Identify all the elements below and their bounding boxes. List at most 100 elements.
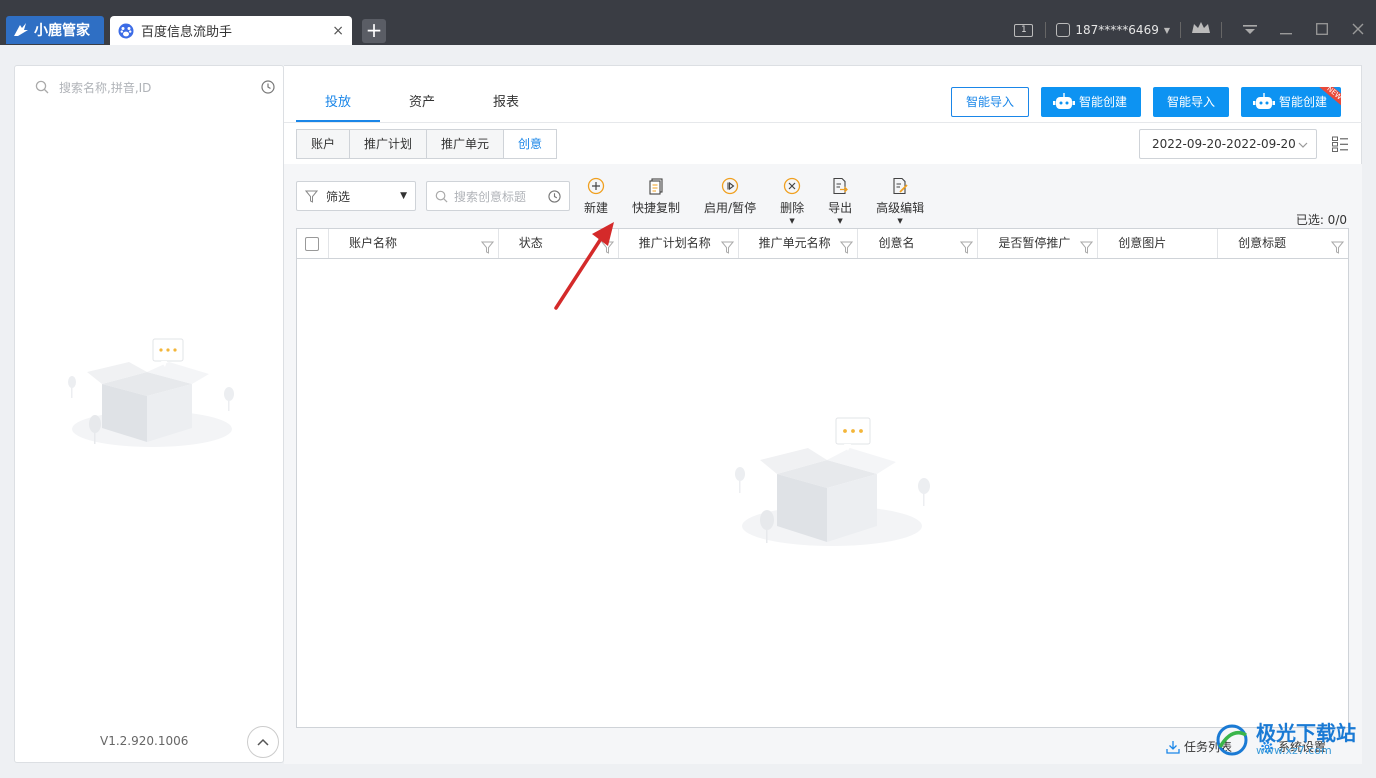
column-label: 创意名: [878, 236, 915, 250]
window-count-icon[interactable]: 1: [1014, 23, 1034, 37]
main-tabs: 投放 资产 报表: [296, 88, 548, 122]
watermark: 极光下载站 www.xz7.com: [1212, 722, 1356, 757]
plus-circle-icon: [586, 176, 606, 196]
empty-box-illustration-icon: [67, 334, 237, 457]
separator: [1045, 22, 1047, 38]
delete-button[interactable]: 删除 ▼: [780, 176, 804, 225]
smart-create-button[interactable]: 智能创建: [1040, 87, 1141, 117]
tab-assets[interactable]: 资产: [380, 88, 464, 122]
search-icon: [35, 80, 49, 94]
left-search-input[interactable]: 搜索名称,拼音,ID: [59, 79, 251, 96]
smart-create-button-2[interactable]: 智能创建 NEW: [1240, 87, 1341, 117]
export-label: 导出: [828, 201, 853, 215]
crown-icon[interactable]: [1191, 21, 1211, 39]
new-tab-button[interactable]: +: [362, 19, 386, 43]
separator: [1180, 22, 1181, 38]
edit-document-icon: [890, 176, 910, 196]
table-header: 账户名称 状态 推广计划名称 推广单元名称 创意名 是否暂停推广 创意图片 创意…: [297, 229, 1348, 259]
robot-icon: [1052, 93, 1075, 109]
filter-funnel-icon[interactable]: [1330, 236, 1345, 258]
select-all-checkbox[interactable]: [297, 229, 329, 258]
history-clock-icon[interactable]: [548, 189, 561, 203]
filter-funnel-icon[interactable]: [840, 236, 854, 258]
column-header[interactable]: 是否暂停推广: [978, 229, 1099, 258]
column-header[interactable]: 创意标题: [1218, 229, 1348, 258]
funnel-icon: [305, 190, 318, 203]
tab-delivery[interactable]: 投放: [296, 88, 380, 122]
creative-search-box[interactable]: 搜索创意标题: [426, 181, 570, 211]
subtab-campaign[interactable]: 推广计划: [349, 129, 428, 159]
app-logo[interactable]: 小鹿管家: [6, 16, 104, 44]
smart-import-button-2[interactable]: 智能导入: [1152, 87, 1229, 117]
avatar-icon: [1056, 23, 1071, 37]
new-label: 新建: [584, 201, 609, 215]
subtab-account[interactable]: 账户: [296, 129, 351, 159]
smart-create-label: 智能创建: [1078, 95, 1127, 109]
column-label: 创意图片: [1118, 236, 1167, 250]
column-label: 状态: [518, 236, 543, 250]
column-label: 推广计划名称: [638, 236, 711, 250]
separator: [1221, 22, 1222, 38]
toolbar: 新建 快捷复制 启用/暂停 删除 ▼ 导出 ▼ 高级编辑 ▼: [584, 176, 948, 225]
caret-down-icon: ▼: [837, 217, 843, 225]
menu-dropdown-icon[interactable]: [1232, 21, 1268, 39]
new-button[interactable]: 新建: [584, 176, 608, 216]
advanced-edit-label: 高级编辑: [876, 201, 925, 215]
subtab-creative[interactable]: 创意: [503, 129, 558, 159]
tab-title: 百度信息流助手: [141, 25, 233, 40]
maximize-icon[interactable]: [1304, 21, 1340, 39]
column-header[interactable]: 推广单元名称: [739, 229, 859, 258]
column-settings-icon[interactable]: [1332, 136, 1348, 155]
level-tabs: 账户 推广计划 推广单元 创意: [296, 129, 558, 159]
chevron-down-icon: ▼: [1163, 25, 1170, 35]
advanced-edit-button[interactable]: 高级编辑 ▼: [876, 176, 925, 225]
filter-dropdown[interactable]: 筛选 ▼: [296, 181, 416, 211]
date-range-picker[interactable]: 2022-09-20-2022-09-20: [1139, 129, 1317, 159]
top-buttons: 智能导入 智能创建 智能导入 智能创建 NEW: [950, 87, 1341, 117]
search-icon: [435, 190, 448, 202]
watermark-title: 极光下载站: [1256, 721, 1356, 745]
filter-funnel-icon[interactable]: [720, 236, 734, 258]
column-header[interactable]: 账户名称: [329, 229, 499, 258]
browser-tab[interactable]: 百度信息流助手 ×: [110, 16, 352, 45]
left-search-box[interactable]: 搜索名称,拼音,ID: [35, 76, 275, 98]
title-bar: 小鹿管家 百度信息流助手 × + 1 187*****6469 ▼: [0, 0, 1376, 45]
filter-funnel-icon[interactable]: [960, 236, 974, 258]
filter-funnel-icon[interactable]: [1080, 236, 1094, 258]
selected-count: 已选: 0/0: [1295, 213, 1347, 227]
chevron-up-icon: [257, 738, 269, 746]
main-panel: 投放 资产 报表 智能导入 智能创建 智能导入 智能创建 NEW 账户 推广计划…: [284, 65, 1362, 764]
column-header[interactable]: 创意名: [858, 229, 979, 258]
deer-logo-icon: [14, 23, 28, 36]
column-header[interactable]: 推广计划名称: [619, 229, 739, 258]
chevron-down-icon: [1298, 130, 1308, 158]
empty-box-illustration-icon: [732, 414, 932, 557]
export-button[interactable]: 导出 ▼: [828, 176, 853, 225]
column-header[interactable]: 创意图片: [1098, 229, 1219, 258]
export-document-icon: [830, 176, 850, 196]
close-window-icon[interactable]: [1340, 21, 1376, 39]
caret-down-icon: ▼: [400, 191, 407, 201]
minimize-icon[interactable]: [1268, 21, 1304, 39]
red-arrow-annotation-icon: [548, 218, 620, 317]
app-name: 小鹿管家: [34, 23, 90, 39]
smart-create-label-2: 智能创建: [1278, 95, 1327, 109]
quick-copy-label: 快捷复制: [632, 201, 681, 215]
scroll-up-button[interactable]: [247, 726, 279, 758]
history-clock-icon[interactable]: [261, 80, 275, 94]
user-menu[interactable]: 187*****6469 ▼: [1056, 23, 1170, 37]
smart-import-button[interactable]: 智能导入: [950, 87, 1029, 117]
creative-search-input[interactable]: 搜索创意标题: [454, 188, 542, 205]
enable-pause-button[interactable]: 启用/暂停: [704, 176, 756, 216]
enable-pause-label: 启用/暂停: [704, 201, 757, 215]
quick-copy-button[interactable]: 快捷复制: [632, 176, 680, 216]
filter-label: 筛选: [326, 189, 351, 204]
tab-reports[interactable]: 报表: [464, 88, 548, 122]
tab-divider: [284, 122, 1362, 123]
subtab-unit[interactable]: 推广单元: [426, 129, 505, 159]
filter-funnel-icon[interactable]: [480, 236, 494, 258]
tab-close-icon[interactable]: ×: [332, 23, 344, 39]
download-icon: [1166, 740, 1180, 754]
column-label: 推广单元名称: [758, 236, 831, 250]
creative-table: 账户名称 状态 推广计划名称 推广单元名称 创意名 是否暂停推广 创意图片 创意…: [296, 228, 1349, 728]
